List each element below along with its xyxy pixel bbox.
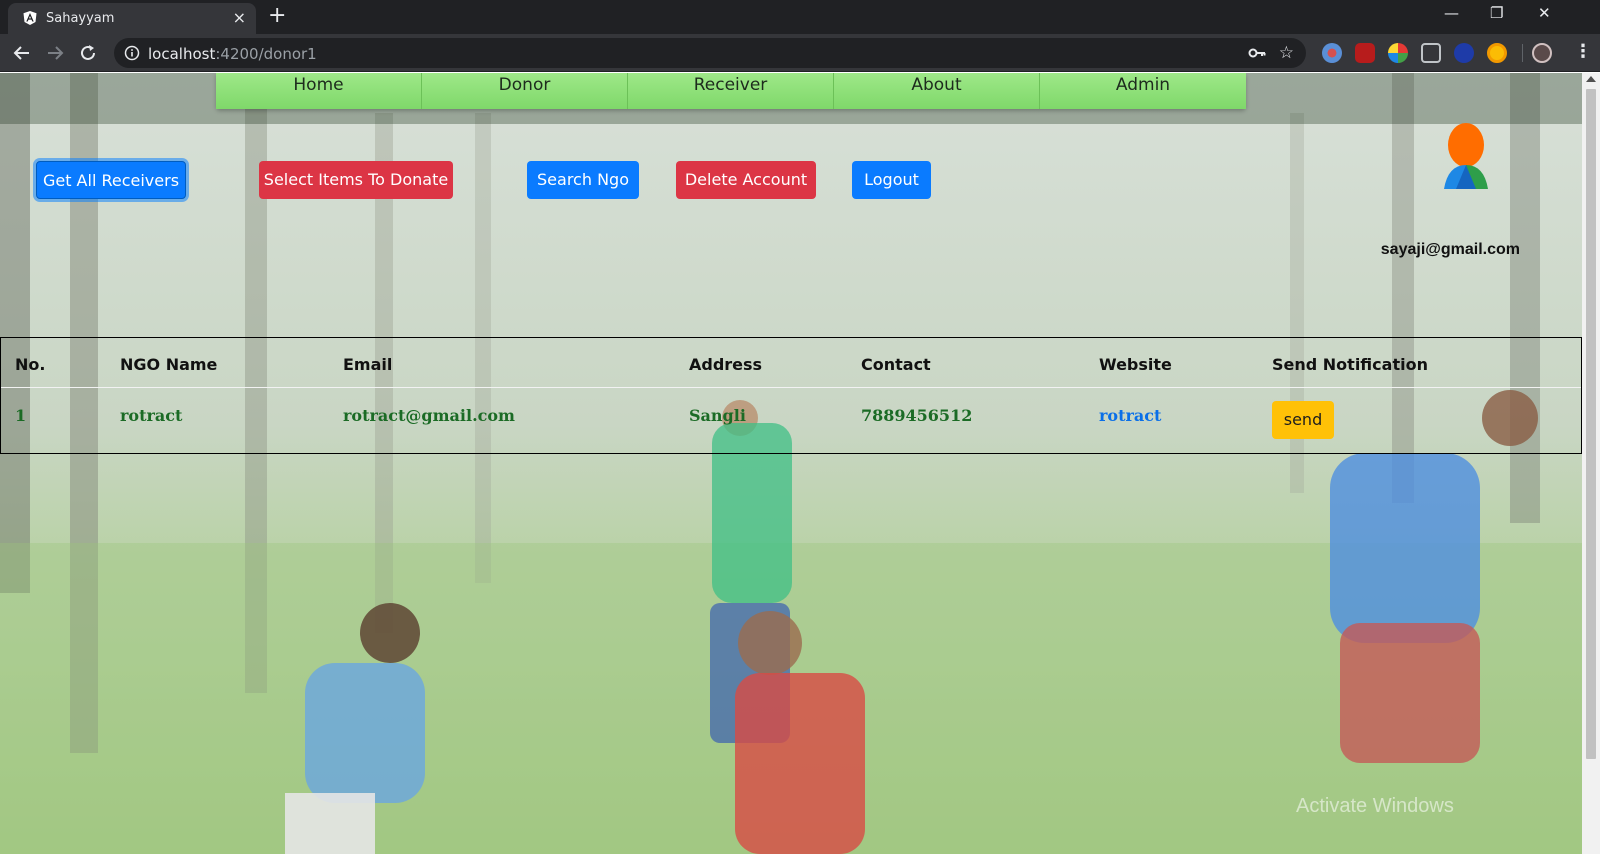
scroll-up-arrow-icon[interactable]: [1586, 76, 1596, 82]
pocket-icon[interactable]: [1421, 43, 1441, 63]
nav-admin[interactable]: Admin: [1040, 73, 1246, 109]
address-bar[interactable]: localhost:4200/donor1 ☆: [114, 38, 1306, 68]
main-navbar: Home Donor Receiver About Admin: [216, 73, 1246, 109]
extension-color-icon[interactable]: [1388, 43, 1408, 63]
select-items-button[interactable]: Select Items To Donate: [259, 161, 453, 199]
page-content: Home Donor Receiver About Admin Get All …: [0, 73, 1582, 854]
table-header: No. NGO Name Email Address Contact Websi…: [1, 338, 1581, 388]
nav-home[interactable]: Home: [216, 73, 422, 109]
cell-contact: 7889456512: [861, 406, 973, 425]
cell-ngo-name: rotract: [120, 406, 183, 425]
user-avatar-icon: [1444, 123, 1488, 189]
close-window-button[interactable]: ✕: [1538, 4, 1551, 22]
nav-about[interactable]: About: [834, 73, 1040, 109]
extension-yellow-icon[interactable]: [1487, 43, 1507, 63]
ublock-icon[interactable]: [1355, 43, 1375, 63]
cell-email: rotract@gmail.com: [343, 406, 515, 425]
restore-button[interactable]: ❐: [1490, 4, 1503, 22]
nav-receiver[interactable]: Receiver: [628, 73, 834, 109]
minimize-button[interactable]: —: [1444, 4, 1459, 22]
url-text: localhost:4200/donor1: [148, 45, 317, 63]
forward-arrow-icon[interactable]: [43, 41, 67, 65]
cell-address: Sangli: [689, 406, 746, 425]
column-header: NGO Name: [120, 355, 218, 374]
cell-no: 1: [15, 406, 27, 425]
scroll-thumb[interactable]: [1586, 89, 1596, 759]
browser-menu-icon[interactable]: ⋮: [1574, 41, 1592, 62]
column-header: Send Notification: [1272, 355, 1428, 374]
receivers-table: No. NGO Name Email Address Contact Websi…: [0, 337, 1582, 454]
get-all-receivers-button[interactable]: Get All Receivers: [36, 161, 186, 199]
delete-account-button[interactable]: Delete Account: [676, 161, 816, 199]
column-header: Website: [1099, 355, 1172, 374]
angular-icon: [23, 11, 37, 25]
url-path: :4200/donor1: [215, 45, 317, 63]
toolbar-divider: [1522, 44, 1523, 62]
browser-tab-bar: Sahayyam × + — ❐ ✕: [0, 0, 1600, 34]
tab-title: Sahayyam: [46, 11, 115, 26]
website-link[interactable]: rotract: [1099, 406, 1161, 425]
vpn-icon[interactable]: [1454, 43, 1474, 63]
nav-donor[interactable]: Donor: [422, 73, 628, 109]
column-header: Contact: [861, 355, 931, 374]
column-header: No.: [15, 355, 46, 374]
column-header: Address: [689, 355, 763, 374]
column-header: Email: [343, 355, 393, 374]
page-scrollbar[interactable]: [1582, 73, 1600, 854]
browser-toolbar: localhost:4200/donor1 ☆ ⋮: [0, 34, 1600, 72]
tab-close-icon[interactable]: ×: [233, 9, 246, 27]
activate-windows-watermark: Activate Windows: [1296, 795, 1454, 817]
extension-icon[interactable]: [1322, 43, 1342, 63]
info-icon[interactable]: [124, 45, 140, 61]
user-email: sayaji@gmail.com: [1380, 241, 1520, 258]
star-icon[interactable]: ☆: [1279, 43, 1294, 63]
reload-icon[interactable]: [76, 41, 100, 65]
search-ngo-button[interactable]: Search Ngo: [527, 161, 639, 199]
send-notification-button[interactable]: send: [1272, 401, 1334, 439]
profile-avatar[interactable]: [1532, 43, 1552, 63]
new-tab-button[interactable]: +: [268, 4, 286, 28]
logout-button[interactable]: Logout: [852, 161, 931, 199]
url-host: localhost: [148, 45, 216, 63]
back-arrow-icon[interactable]: [10, 41, 34, 65]
key-icon[interactable]: [1248, 45, 1266, 61]
browser-tab[interactable]: Sahayyam ×: [8, 3, 256, 34]
